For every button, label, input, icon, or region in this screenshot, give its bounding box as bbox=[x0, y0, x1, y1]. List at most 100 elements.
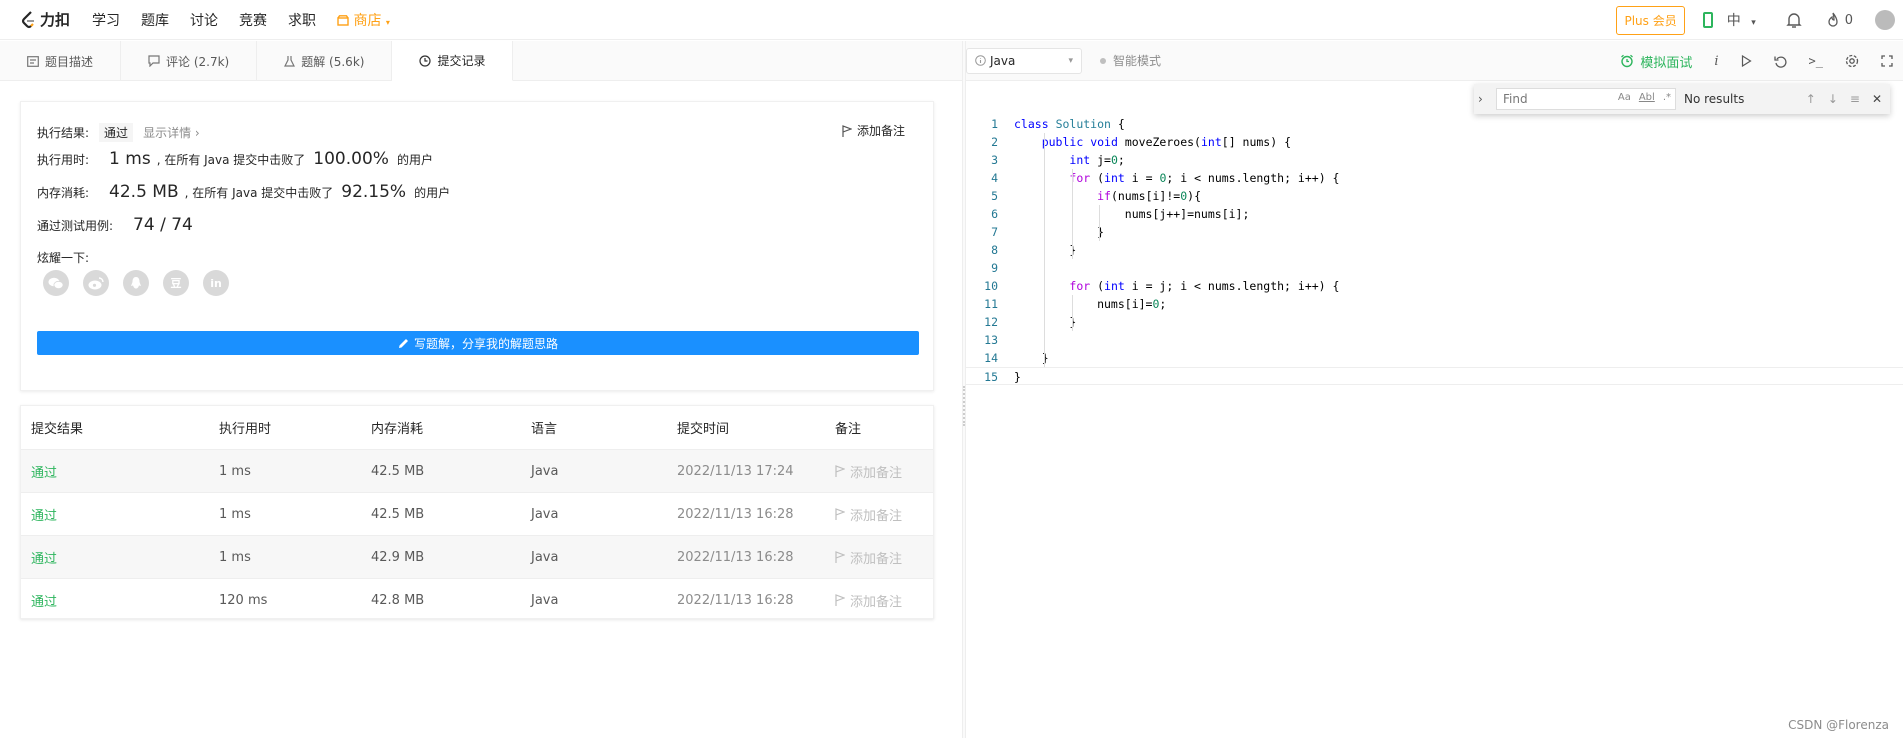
line-number: 11 bbox=[984, 297, 998, 311]
tab-solutions[interactable]: 题解 (5.6k) bbox=[257, 41, 393, 81]
mock-interview-button[interactable]: 模拟面试 bbox=[1620, 52, 1692, 71]
qq-icon[interactable] bbox=[123, 270, 149, 296]
tab-comments[interactable]: 评论 (2.7k) bbox=[121, 41, 258, 81]
code-line[interactable]: 13 bbox=[966, 331, 1903, 349]
drag-handle[interactable] bbox=[963, 386, 965, 426]
nav-jobs[interactable]: 求职 bbox=[288, 10, 316, 30]
line-number: 6 bbox=[991, 207, 998, 221]
row-add-note[interactable]: 添加备注 bbox=[835, 548, 902, 567]
reset-icon[interactable] bbox=[1773, 55, 1787, 68]
code-editor[interactable]: 1 class Solution {2 public void moveZeroe… bbox=[966, 115, 1903, 385]
header-memory: 内存消耗 bbox=[371, 422, 424, 437]
code-line[interactable]: 15} bbox=[966, 367, 1903, 385]
row-note-label: 添加备注 bbox=[850, 465, 903, 481]
code-text: for (int i = 0; i < nums.length; i++) { bbox=[1069, 171, 1340, 185]
fullscreen-icon[interactable] bbox=[1881, 55, 1893, 67]
comment-icon bbox=[148, 55, 160, 67]
find-in-selection-icon[interactable]: ≡ bbox=[1850, 92, 1860, 106]
arrow-down-icon[interactable]: ↓ bbox=[1828, 92, 1838, 106]
nav-discuss[interactable]: 讨论 bbox=[190, 10, 218, 30]
row-status[interactable]: 通过 bbox=[31, 505, 57, 524]
code-line[interactable]: 4 for (int i = 0; i < nums.length; i++) … bbox=[966, 169, 1903, 187]
show-details-link[interactable]: 显示详情 › bbox=[143, 124, 200, 141]
streak-counter[interactable]: 0 bbox=[1826, 12, 1853, 28]
header-result: 提交结果 bbox=[31, 422, 84, 437]
close-icon[interactable]: ✕ bbox=[1872, 92, 1882, 106]
whole-word-icon[interactable]: Abl bbox=[1639, 92, 1655, 103]
douban-icon[interactable]: 豆 bbox=[163, 270, 189, 296]
code-line[interactable]: 5 if(nums[i]!=0){ bbox=[966, 187, 1903, 205]
write-solution-label: 写题解，分享我的解题思路 bbox=[413, 336, 558, 351]
code-line[interactable]: 3 int j=0; bbox=[966, 151, 1903, 169]
console-icon[interactable]: >_ bbox=[1809, 54, 1823, 68]
regex-icon[interactable]: .* bbox=[1663, 92, 1671, 103]
write-solution-button[interactable]: 写题解，分享我的解题思路 bbox=[37, 331, 919, 355]
status-dot-icon bbox=[1100, 57, 1106, 64]
flag-icon bbox=[835, 551, 845, 563]
row-time: 2022/11/13 17:24 bbox=[677, 463, 794, 479]
tab-submissions[interactable]: 提交记录 bbox=[392, 41, 514, 81]
code-line[interactable]: 14 } bbox=[966, 349, 1903, 367]
table-row[interactable]: 通过 1 ms 42.5 MB Java 2022/11/13 16:28 添加… bbox=[21, 492, 933, 535]
show-details-label: 显示详情 bbox=[143, 126, 192, 140]
arrow-up-icon[interactable]: ↑ bbox=[1806, 92, 1816, 106]
flag-icon bbox=[835, 508, 845, 520]
mobile-app-icon[interactable] bbox=[1702, 12, 1713, 28]
plus-member-button[interactable]: Plus 会员 bbox=[1616, 5, 1685, 35]
match-case-icon[interactable]: Aa bbox=[1618, 92, 1631, 103]
linkedin-icon[interactable]: in bbox=[203, 270, 229, 296]
indent-guide bbox=[1071, 169, 1073, 259]
row-add-note[interactable]: 添加备注 bbox=[835, 462, 902, 481]
row-note-label: 添加备注 bbox=[850, 551, 903, 567]
chevron-right-icon: › bbox=[194, 126, 200, 140]
watermark: CSDN @Florenza bbox=[1788, 718, 1889, 732]
weibo-icon[interactable] bbox=[83, 270, 109, 296]
status-badge: 通过 bbox=[99, 123, 134, 142]
code-line[interactable]: 7 } bbox=[966, 223, 1903, 241]
code-line[interactable]: 8 } bbox=[966, 241, 1903, 259]
nav-problems[interactable]: 题库 bbox=[141, 10, 169, 30]
code-line[interactable]: 2 public void moveZeroes(int[] nums) { bbox=[966, 133, 1903, 151]
line-number: 12 bbox=[984, 315, 998, 329]
code-line[interactable]: 6 nums[j++]=nums[i]; bbox=[966, 205, 1903, 223]
code-line[interactable]: 11 nums[i]=0; bbox=[966, 295, 1903, 313]
add-note-button[interactable]: 添加备注 bbox=[842, 122, 905, 139]
run-icon[interactable] bbox=[1741, 55, 1752, 67]
row-add-note[interactable]: 添加备注 bbox=[835, 591, 902, 610]
tab-description[interactable]: 题目描述 bbox=[0, 41, 122, 81]
row-add-note[interactable]: 添加备注 bbox=[835, 505, 902, 524]
chevron-right-icon[interactable]: › bbox=[1478, 92, 1494, 106]
line-number: 7 bbox=[991, 225, 998, 239]
wechat-icon[interactable] bbox=[43, 270, 69, 296]
language-select[interactable]: Java ▾ bbox=[966, 47, 1082, 74]
find-input[interactable]: Find Aa Abl .* bbox=[1496, 88, 1676, 110]
code-text: for (int i = j; i < nums.length; i++) { bbox=[1069, 279, 1340, 293]
code-line[interactable]: 9 bbox=[966, 259, 1903, 277]
code-line[interactable]: 10 for (int i = j; i < nums.length; i++)… bbox=[966, 277, 1903, 295]
code-line[interactable]: 1 class Solution { bbox=[966, 115, 1903, 133]
memory-row: 内存消耗: 42.5 MB , 在所有 Java 提交中击败了 92.15% 的… bbox=[37, 182, 450, 202]
settings-icon[interactable] bbox=[1845, 54, 1859, 68]
table-row[interactable]: 通过 1 ms 42.9 MB Java 2022/11/13 16:28 添加… bbox=[21, 535, 933, 578]
line-number: 10 bbox=[984, 279, 998, 293]
find-buttons: ↑ ↓ ≡ ✕ bbox=[1806, 92, 1882, 106]
row-status[interactable]: 通过 bbox=[31, 591, 57, 610]
memory-label: 内存消耗: bbox=[37, 186, 90, 200]
logo[interactable]: 力扣 bbox=[20, 9, 70, 30]
row-status[interactable]: 通过 bbox=[31, 462, 57, 481]
nav-study[interactable]: 学习 bbox=[92, 10, 120, 30]
info-icon[interactable]: i bbox=[1714, 54, 1718, 69]
avatar[interactable] bbox=[1875, 10, 1895, 30]
row-status[interactable]: 通过 bbox=[31, 548, 57, 567]
nav-links: 学习 题库 讨论 竞赛 求职 商店 ▾ bbox=[92, 10, 411, 30]
table-row[interactable]: 通过 120 ms 42.8 MB Java 2022/11/13 16:28 … bbox=[21, 578, 933, 621]
language-switch[interactable]: 中 ▾ bbox=[1727, 10, 1756, 30]
submission-result-card: 执行结果: 通过 显示详情 › 添加备注 执行用时: 1 ms , 在所有 Ja… bbox=[20, 101, 934, 391]
smart-mode-toggle[interactable]: 智能模式 bbox=[1100, 52, 1161, 69]
left-panel-tabs: 题目描述 评论 (2.7k) 题解 (5.6k) 提交记录 bbox=[0, 41, 962, 81]
code-line[interactable]: 12 } bbox=[966, 313, 1903, 331]
nav-store[interactable]: 商店 ▾ bbox=[337, 10, 390, 30]
table-row[interactable]: 通过 1 ms 42.5 MB Java 2022/11/13 17:24 添加… bbox=[21, 449, 933, 492]
bell-icon[interactable] bbox=[1786, 12, 1802, 29]
nav-contest[interactable]: 竞赛 bbox=[239, 10, 267, 30]
